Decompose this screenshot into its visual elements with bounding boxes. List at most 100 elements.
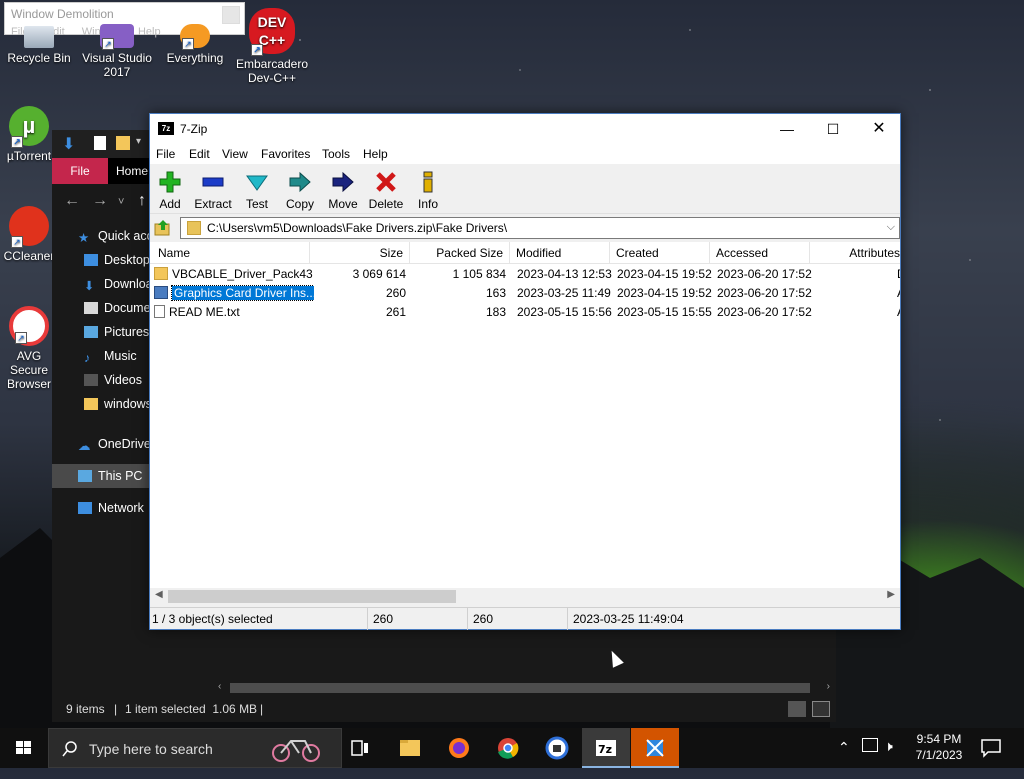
taskbar-window-demolition[interactable] (631, 728, 679, 768)
start-button[interactable] (0, 728, 48, 768)
path-text[interactable]: C:\Users\vm5\Downloads\Fake Drivers.zip\… (207, 221, 507, 235)
column-size[interactable]: Size (310, 242, 410, 264)
table-row[interactable]: READ ME.txt 261 183 2023-05-15 15:56 202… (150, 303, 900, 322)
desktop-icon-avg-browser[interactable]: ↗ AVG Secure Browser (0, 306, 58, 391)
column-attributes[interactable]: Attributes (810, 242, 900, 264)
details-view-icon[interactable] (788, 701, 806, 717)
tiles-view-icon[interactable] (812, 701, 830, 717)
menu-tools[interactable]: Tools (322, 147, 350, 161)
horizontal-scrollbar[interactable]: ◀ ▶ (150, 588, 900, 605)
tab-file[interactable]: File (52, 158, 108, 184)
desktop-icon-visual-studio[interactable]: ↗ Visual Studio 2017 (79, 24, 155, 79)
modified-cell: 2023-03-25 11:49 (517, 286, 611, 300)
close-button[interactable]: ✕ (856, 114, 902, 144)
task-view-button[interactable] (336, 728, 384, 768)
scroll-left-icon[interactable]: ‹ (218, 681, 221, 692)
back-arrow-icon[interactable]: ← (64, 192, 80, 210)
documents-icon (84, 302, 98, 314)
taskbar: Type here to search 7z ⌃ 🕨 9:54 PM 7/1/2… (0, 728, 1024, 768)
selection-count: 1 / 3 object(s) selected (150, 608, 368, 630)
desktop-icon-label: Visual Studio 2017 (82, 51, 152, 79)
volume-muted-icon[interactable]: 🕨 (884, 738, 893, 778)
scroll-thumb[interactable] (168, 590, 456, 603)
test-button[interactable]: Test (235, 168, 279, 211)
search-placeholder: Type here to search (89, 741, 213, 757)
desktop-icon-utorrent[interactable]: µ ↗ µTorrent (0, 106, 58, 163)
table-row[interactable]: VBCABLE_Driver_Pack43 3 069 614 1 105 83… (150, 265, 900, 284)
minus-icon (202, 177, 224, 187)
path-combobox[interactable]: C:\Users\vm5\Downloads\Fake Drivers.zip\… (180, 217, 900, 239)
status-divider: | (114, 702, 118, 716)
maximize-button[interactable]: ☐ (810, 114, 856, 144)
taskbar-avg-browser[interactable] (533, 728, 581, 768)
7zip-window[interactable]: 7z 7-Zip — ☐ ✕ File Edit View Favorites … (149, 113, 901, 630)
desktop-icon-everything[interactable]: ↗ Everything (157, 24, 233, 65)
up-arrow-icon[interactable]: ↑ (138, 192, 146, 210)
add-button[interactable]: Add (148, 168, 192, 211)
show-hidden-icons-chevron-icon[interactable]: ⌃ (838, 739, 850, 779)
menu-favorites[interactable]: Favorites (261, 147, 310, 161)
scroll-thumb[interactable] (230, 683, 810, 693)
search-box[interactable]: Type here to search (48, 728, 342, 768)
notifications-icon[interactable] (980, 738, 1002, 758)
scroll-left-icon[interactable]: ◀ (155, 589, 163, 600)
properties-icon[interactable] (94, 136, 106, 150)
file-list[interactable]: Name Size Packed Size Modified Created A… (150, 242, 900, 588)
menu-file[interactable]: File (156, 147, 175, 161)
info-button[interactable]: Info (406, 168, 450, 211)
explorer-horizontal-scrollbar[interactable]: ‹ › (214, 680, 836, 696)
taskbar-firefox[interactable] (435, 728, 483, 768)
column-created[interactable]: Created (610, 242, 710, 264)
table-row[interactable]: Graphics Card Driver Ins... 260 163 2023… (150, 284, 900, 303)
pictures-icon (84, 326, 98, 338)
taskbar-file-explorer[interactable] (386, 728, 434, 768)
column-header: Name Size Packed Size Modified Created A… (150, 242, 900, 264)
desktop-icon-devcpp[interactable]: DEV C++ ↗ Embarcadero Dev-C++ (234, 8, 310, 85)
tab-home[interactable]: Home (116, 158, 148, 184)
arrow-right-icon (332, 171, 354, 193)
folder-up-icon[interactable] (154, 219, 172, 237)
file-name-cell: Graphics Card Driver Ins... (154, 284, 314, 303)
chevron-down-icon[interactable]: ⌵ (887, 221, 895, 234)
qat-chevron-icon[interactable]: ▾ (136, 136, 141, 147)
download-arrow-icon[interactable]: ⬇ (62, 134, 75, 154)
network-icon (78, 502, 92, 514)
column-accessed[interactable]: Accessed (710, 242, 810, 264)
title-bar[interactable]: 7z 7-Zip — ☐ ✕ (150, 114, 900, 144)
column-packed-size[interactable]: Packed Size (410, 242, 510, 264)
delete-button[interactable]: Delete (364, 168, 408, 211)
size-cell: 3 069 614 (352, 267, 406, 281)
selection-info: 1 item selected 1.06 MB (125, 702, 258, 716)
copy-button[interactable]: Copy (278, 168, 322, 211)
move-button[interactable]: Move (321, 168, 365, 211)
selected-modified: 2023-03-25 11:49:04 (573, 612, 684, 626)
extract-button[interactable]: Extract (191, 168, 235, 211)
new-folder-icon[interactable] (116, 136, 130, 150)
menu-view[interactable]: View (222, 147, 248, 161)
menu-help[interactable]: Help (363, 147, 388, 161)
taskbar-chrome[interactable] (484, 728, 532, 768)
desktop-icon-ccleaner[interactable]: ↗ CCleaner (0, 206, 58, 263)
scroll-right-icon[interactable]: ▶ (887, 589, 895, 600)
visual-studio-icon: ↗ (100, 24, 134, 50)
taskbar-7zip[interactable]: 7z (582, 728, 630, 768)
forward-arrow-icon[interactable]: → (92, 192, 108, 210)
modified-cell: 2023-05-15 15:56 (517, 305, 612, 319)
column-name[interactable]: Name (150, 242, 310, 264)
nav-label: OneDrive (98, 437, 151, 451)
minimize-button[interactable]: — (764, 114, 810, 144)
arrow-right-icon (289, 171, 311, 193)
clock-date: 7/1/2023 (915, 748, 963, 762)
menu-edit[interactable]: Edit (189, 147, 210, 161)
file-name-cell: VBCABLE_Driver_Pack43 (154, 265, 314, 284)
recent-chevron-icon[interactable]: ˅ (118, 196, 124, 208)
desktop-icon-recycle-bin[interactable]: Recycle Bin (1, 26, 77, 65)
network-icon[interactable] (862, 738, 878, 752)
cloud-icon: ☁ (78, 439, 91, 453)
created-cell: 2023-04-15 19:52 (617, 267, 712, 281)
scroll-right-icon[interactable]: › (827, 681, 830, 692)
explorer-status-bar: 9 items | 1 item selected 1.06 MB | (52, 696, 836, 722)
clock[interactable]: 9:54 PM 7/1/2023 (898, 731, 980, 763)
column-modified[interactable]: Modified (510, 242, 610, 264)
nav-label: Music (104, 349, 137, 363)
